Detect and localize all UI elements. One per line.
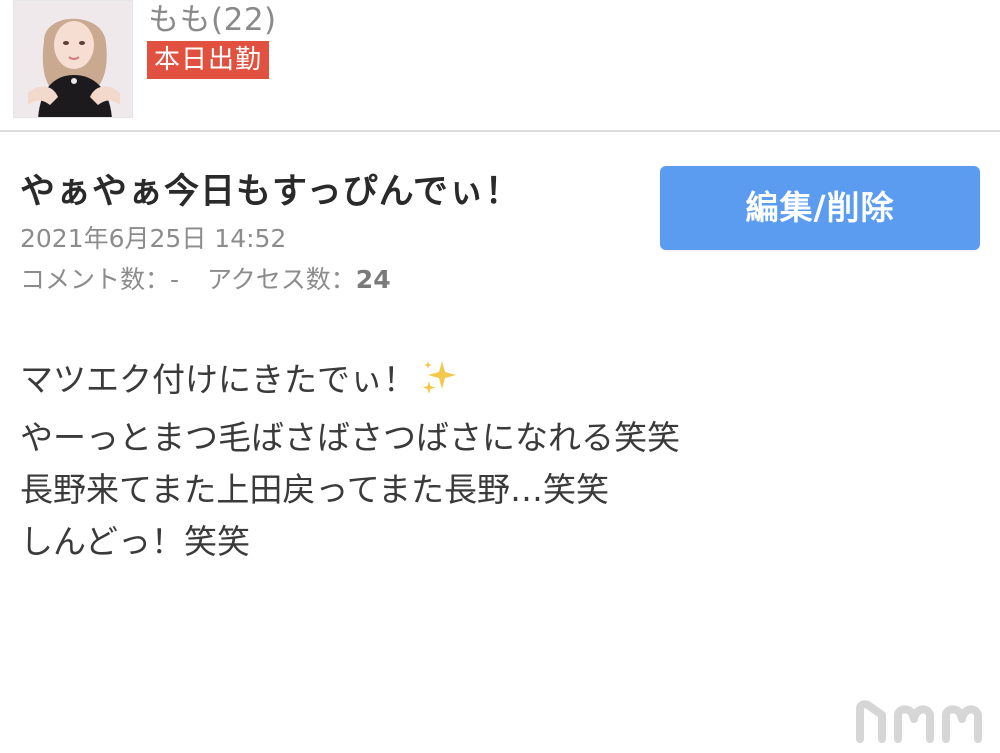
profile-name[interactable]: もも(22) (148, 0, 277, 39)
site-logo (852, 693, 992, 747)
edit-delete-button[interactable]: 編集/削除 (660, 166, 980, 250)
post-body: マツエク付けにきたでぃ！ やーっとまつ毛ばさばさつばさになれる笑笑 長野来てまた… (20, 354, 680, 568)
access-count: 24 (355, 265, 391, 294)
post-body-line: やーっとまつ毛ばさばさつばさになれる笑笑 (20, 418, 680, 457)
profile-header: もも(22) 本日出勤 (0, 0, 1000, 130)
post-title: やぁやぁ今日もすっぴんでぃ！ (20, 172, 521, 212)
post-stats: コメント数：- アクセス数：24 (20, 260, 391, 296)
blog-post-page: もも(22) 本日出勤 やぁやぁ今日もすっぴんでぃ！ 2021年6月25日 14… (0, 0, 1000, 753)
sparkles-icon (420, 357, 460, 412)
header-divider (0, 130, 1000, 132)
access-label: アクセス数： (207, 265, 356, 294)
post-date: 2021年6月25日 14:52 (20, 224, 287, 253)
post-body-line: マツエク付けにきたでぃ！ (20, 354, 680, 412)
post-body-line: しんどっ！笑笑 (20, 522, 251, 561)
comment-count: コメント数：- (20, 265, 180, 294)
post-body-line: 長野来てまた上田戻ってまた長野…笑笑 (20, 470, 610, 509)
profile-photo-icon (14, 1, 132, 117)
avatar[interactable] (13, 0, 133, 118)
status-badge: 本日出勤 (147, 41, 270, 79)
